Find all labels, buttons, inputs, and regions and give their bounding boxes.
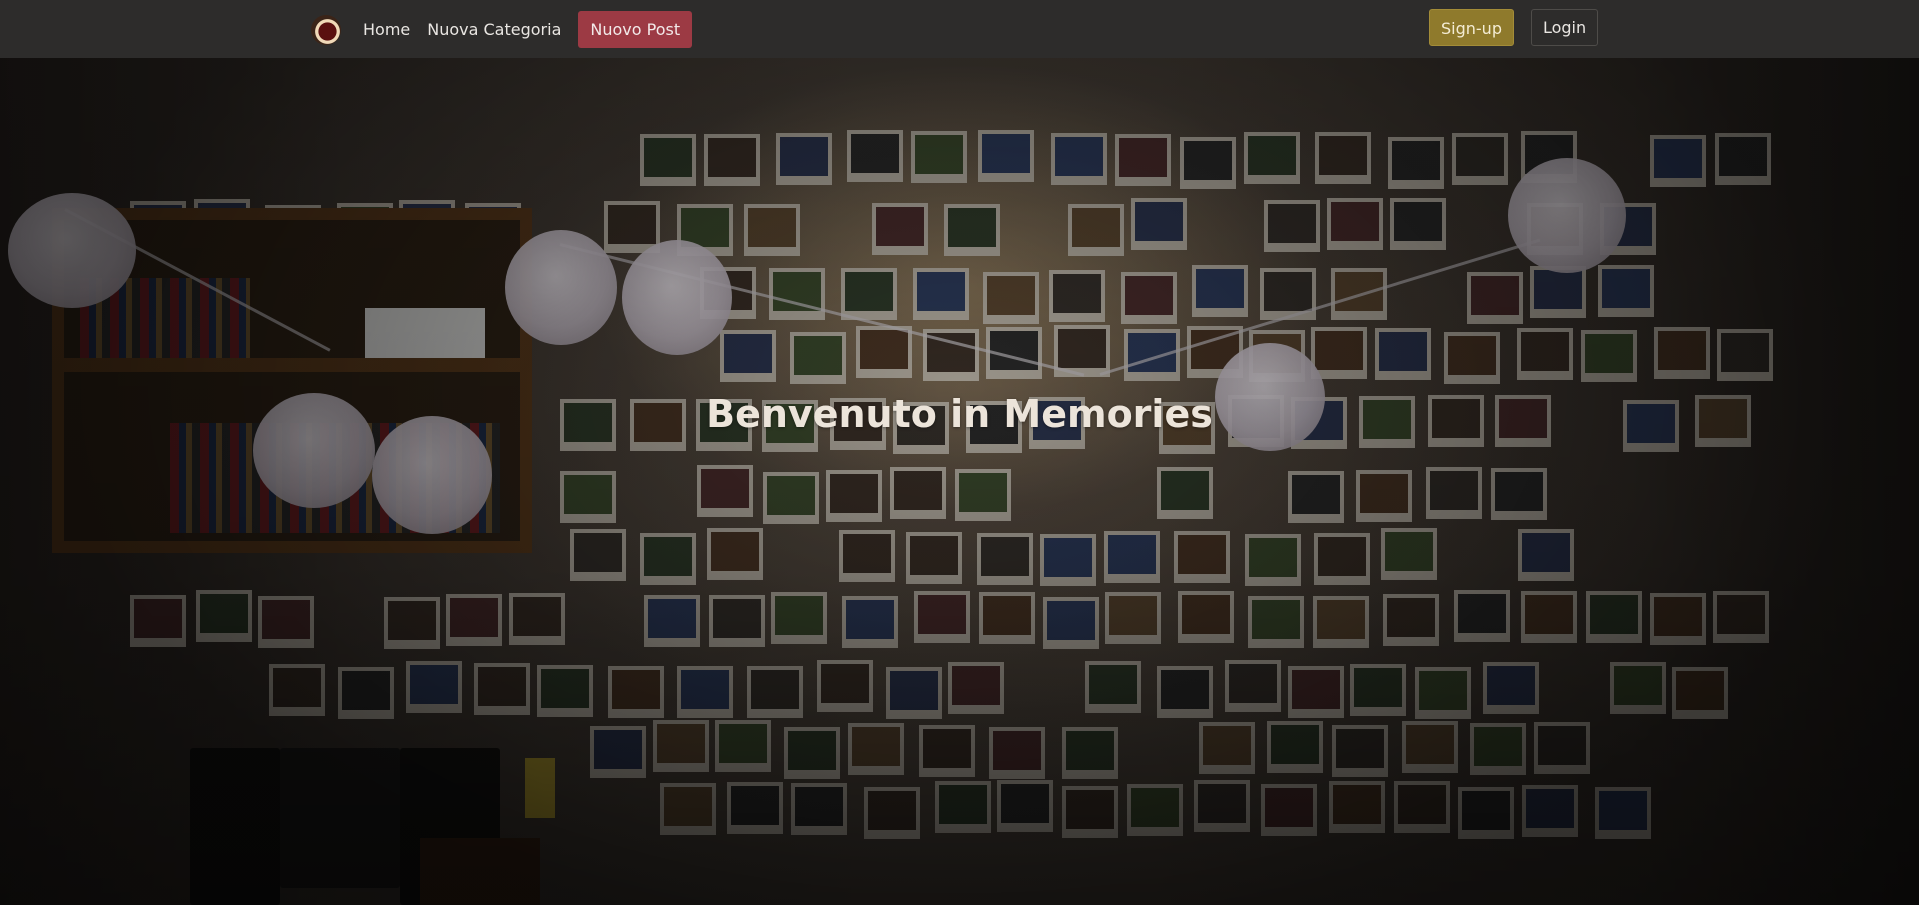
login-button[interactable]: Login [1530,9,1599,46]
nav-link-new-category[interactable]: Nuova Categoria [427,20,561,39]
nav-auth-group: Sign-up Login [1429,9,1599,46]
nav-link-home[interactable]: Home [363,20,410,39]
hero-title: Benvenuto in Memories [706,392,1213,436]
nav-left-group: Home Nuova Categoria Nuovo Post [311,0,693,58]
memories-logo-icon[interactable] [311,15,341,45]
hero-dark-overlay [0,58,1919,905]
hero-section [0,58,1919,905]
new-post-button[interactable]: Nuovo Post [578,10,693,48]
signup-button[interactable]: Sign-up [1429,9,1514,46]
top-navbar: Home Nuova Categoria Nuovo Post Sign-up … [0,0,1919,58]
